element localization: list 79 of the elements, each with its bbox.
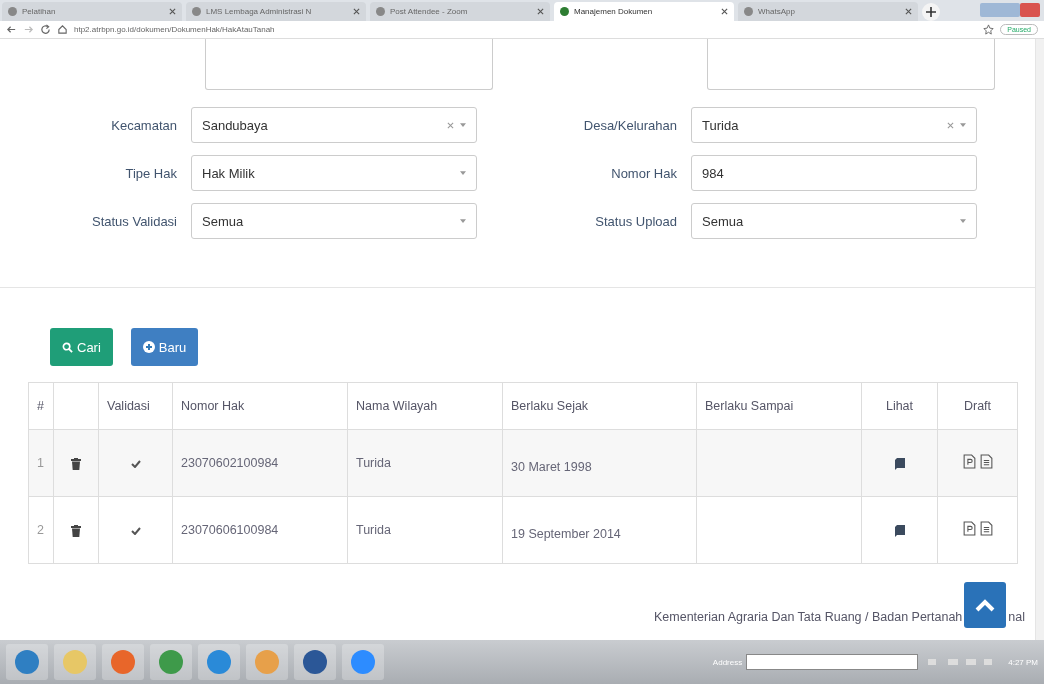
favicon-icon <box>744 7 753 16</box>
favicon-icon <box>560 7 569 16</box>
table-cell: 2 <box>28 496 54 564</box>
table-cell: 23070606100984 <box>172 496 348 564</box>
column-header: Berlaku Sampai <box>696 382 862 430</box>
column-header: Nama Wilayah <box>347 382 503 430</box>
table-cell: 30 Maret 1998 <box>502 429 697 497</box>
close-icon[interactable] <box>537 8 544 15</box>
chevron-up-icon <box>975 598 996 612</box>
select-field[interactable]: Semua <box>691 203 977 239</box>
caret-icon <box>460 123 466 127</box>
book-icon[interactable] <box>894 524 905 537</box>
select-field[interactable]: Semua <box>191 203 477 239</box>
field-label: Nomor Hak <box>610 165 678 181</box>
column-header: Berlaku Sejak <box>502 382 697 430</box>
reload-icon[interactable] <box>40 24 51 35</box>
favicon-icon <box>192 7 201 16</box>
caret-icon <box>460 171 466 175</box>
column-header: Draft <box>937 382 1018 430</box>
scroll-top-button[interactable] <box>964 582 1007 628</box>
new-button[interactable]: Baru <box>130 328 199 366</box>
address-field[interactable] <box>746 654 919 670</box>
column-header: Nomor Hak <box>172 382 348 430</box>
clock-text: 4:27 PM <box>1008 657 1038 667</box>
browser-tab[interactable]: Post Attendee - Zoom <box>370 2 550 21</box>
column-header: Validasi <box>98 382 173 430</box>
caret-icon <box>460 219 466 223</box>
table-cell: Turida <box>347 429 503 497</box>
address-field[interactable]: htp2.atrbpn.go.id/dokumen/DokumenHak/HakAtauTanah <box>74 25 978 34</box>
document-icon[interactable] <box>979 521 993 536</box>
table-cell: 1 <box>28 429 54 497</box>
table-cell: 23070602100984 <box>172 429 348 497</box>
input-field[interactable]: 984 <box>691 155 977 191</box>
browser-tab[interactable]: Manajemen Dokumen <box>554 2 734 21</box>
caret-icon <box>960 219 966 223</box>
search-icon <box>62 341 73 353</box>
close-icon[interactable] <box>353 8 360 15</box>
select-field[interactable]: Sandubaya <box>191 107 477 143</box>
close-icon[interactable] <box>905 8 912 15</box>
browser-tab[interactable]: Pelatihan <box>2 2 182 21</box>
back-icon[interactable] <box>6 24 17 35</box>
trash-icon[interactable] <box>71 524 81 537</box>
table-cell: 19 September 2014 <box>502 496 697 564</box>
close-icon[interactable] <box>721 8 728 15</box>
clear-icon[interactable] <box>447 121 454 129</box>
footer-text: Kementerian Agraria Dan Tata Ruang / Badan Pertanah <box>654 610 963 626</box>
select-field[interactable]: Turida <box>691 107 977 143</box>
plus-icon <box>925 6 937 18</box>
field-label: Tipe Hak <box>124 165 178 181</box>
address-label: Address <box>712 657 743 667</box>
home-icon[interactable] <box>57 24 68 35</box>
select-field[interactable]: Hak Milik <box>191 155 477 191</box>
document-icon[interactable] <box>979 454 993 469</box>
field-label: Status Upload <box>594 213 678 229</box>
table-cell: Turida <box>347 496 503 564</box>
scrollbar[interactable] <box>1035 39 1044 640</box>
favicon-icon <box>8 7 17 16</box>
input-field[interactable] <box>707 39 995 90</box>
input-field[interactable] <box>205 39 493 90</box>
star-icon[interactable] <box>983 24 995 35</box>
column-header: # <box>28 382 54 430</box>
browser-tab[interactable]: WhatsApp <box>738 2 918 21</box>
field-label: Kecamatan <box>110 117 178 133</box>
search-button[interactable]: Cari <box>50 328 113 366</box>
browser-tab[interactable]: LMS Lembaga Administrasi N <box>186 2 366 21</box>
book-icon[interactable] <box>894 457 905 470</box>
clear-icon[interactable] <box>947 121 954 129</box>
field-label: Status Validasi <box>90 213 178 229</box>
field-label: Desa/Kelurahan <box>582 117 678 133</box>
close-icon[interactable] <box>169 8 176 15</box>
column-header: Lihat <box>861 382 938 430</box>
trash-icon[interactable] <box>71 457 81 470</box>
pdf-file-icon[interactable] <box>962 521 976 536</box>
footer-text: nal <box>1008 610 1025 626</box>
favicon-icon <box>376 7 385 16</box>
plus-circle-icon <box>142 341 155 353</box>
caret-icon <box>960 123 966 127</box>
pdf-file-icon[interactable] <box>962 454 976 469</box>
new-tab-button[interactable] <box>922 3 940 21</box>
